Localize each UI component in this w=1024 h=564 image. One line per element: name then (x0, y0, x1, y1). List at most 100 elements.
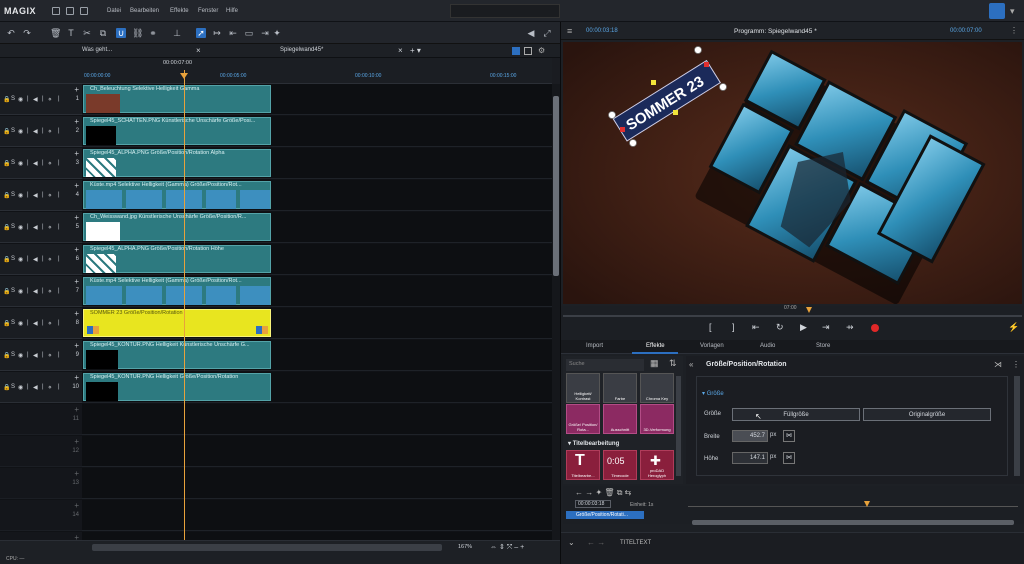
fx-icon[interactable]: ✦ (272, 28, 282, 38)
add-track-icon[interactable]: + (74, 405, 79, 414)
mute-icon[interactable]: | (27, 384, 29, 390)
multitrim-icon[interactable]: ⇥ (260, 28, 270, 38)
add-track-icon[interactable]: + (74, 181, 79, 190)
mute-icon[interactable]: | (27, 352, 29, 358)
mute-icon[interactable]: | (27, 288, 29, 294)
keyframe-track-label[interactable]: Größe/Position/Rotati... (566, 511, 644, 519)
record-icon[interactable] (871, 324, 879, 332)
track-lane[interactable] (82, 500, 552, 531)
fx-icon[interactable]: | (42, 160, 44, 166)
solo-icon[interactable]: S (11, 384, 15, 390)
audio-icon[interactable]: ⋄ (48, 128, 52, 135)
solo-icon[interactable]: S (11, 320, 15, 326)
hamburger-icon[interactable]: ≡ (567, 26, 572, 36)
track-lane[interactable] (82, 468, 552, 499)
tab-vorlagen[interactable]: Vorlagen (700, 343, 724, 349)
mute-icon[interactable]: | (27, 96, 29, 102)
groesse-section-toggle[interactable]: ▾ Größe (702, 390, 724, 397)
range-icon[interactable]: ↦ (212, 28, 222, 38)
timeline-clip[interactable]: SOMMER 23 Größe/Position/Rotation (83, 309, 271, 337)
close-tab-icon[interactable]: × (196, 46, 201, 55)
fx-icon[interactable]: | (42, 224, 44, 230)
timeline-ruler[interactable] (0, 58, 552, 84)
fx-icon[interactable]: | (42, 320, 44, 326)
props-menu-icon[interactable]: ⋮ (1012, 360, 1020, 369)
timeline-clip[interactable]: Küste.mp4 Selektive Helligkeit (Gamma) G… (83, 181, 271, 209)
fx-icon[interactable]: | (42, 288, 44, 294)
lock-icon[interactable]: 🔒 (3, 352, 10, 359)
fullscreen-icon[interactable]: ⤢ (542, 28, 552, 38)
mute-icon[interactable]: | (27, 128, 29, 134)
level-icon[interactable]: | (58, 128, 60, 134)
visible-icon[interactable]: ◉ (18, 320, 23, 327)
audio-icon[interactable]: ⋄ (48, 352, 52, 359)
tab-store[interactable]: Store (816, 343, 830, 349)
breite-link-icon[interactable]: ⋈ (783, 430, 795, 442)
level-icon[interactable]: | (58, 96, 60, 102)
magnet-icon[interactable]: ∪ (116, 28, 126, 38)
timeline-clip[interactable]: Spiegel45_KONTUR.PNG Helligkeit Künstler… (83, 341, 271, 369)
timeline-clip[interactable]: Spiegel45_SCHATTEN.PNG Künstlerische Uns… (83, 117, 271, 145)
track-lane[interactable] (82, 436, 552, 467)
effect-3d[interactable]: 3D-Verformung (640, 404, 674, 434)
lock-icon[interactable]: 🔒 (3, 192, 10, 199)
link-icon[interactable]: ⛓ (132, 28, 143, 38)
solo-icon[interactable]: S (11, 256, 15, 262)
effect-timecode[interactable]: 0:05 Timecode (603, 450, 637, 480)
add-track-icon[interactable]: + (74, 501, 79, 510)
add-track-icon[interactable]: + (74, 85, 79, 94)
volume-icon[interactable]: ◀ (33, 256, 38, 263)
visible-icon[interactable]: ◉ (18, 288, 23, 295)
transition-marker-left[interactable] (87, 326, 99, 334)
expand-down-icon[interactable]: ⌄ (568, 538, 575, 547)
options-icon[interactable]: ⚡ (1008, 322, 1019, 333)
solo-icon[interactable]: S (11, 352, 15, 358)
add-track-icon[interactable]: + (74, 437, 79, 446)
solo-icon[interactable]: S (11, 192, 15, 198)
visible-icon[interactable]: ◉ (18, 192, 23, 199)
trim-icon[interactable]: ▭ (244, 28, 254, 38)
volume-icon[interactable]: ◀ (33, 288, 38, 295)
preview-scrubber[interactable] (563, 315, 1022, 317)
volume-icon[interactable]: ◀ (33, 320, 38, 327)
grid-view-icon[interactable]: ▦ (650, 358, 659, 369)
visible-icon[interactable]: ◉ (18, 160, 23, 167)
effects-search-input[interactable]: Suche (566, 359, 644, 371)
cut-icon[interactable]: ✂ (82, 28, 92, 38)
lock-icon[interactable]: 🔒 (3, 160, 10, 167)
zoom-controls-icon[interactable]: ⇔ ⇕ ⤧ – + (490, 543, 524, 552)
mute-icon[interactable]: | (27, 224, 29, 230)
add-track-icon[interactable]: + (74, 149, 79, 158)
effect-crop[interactable]: Ausschnitt (603, 404, 637, 434)
playhead[interactable] (184, 70, 185, 540)
volume-icon[interactable]: ◀ (33, 192, 38, 199)
level-icon[interactable]: | (58, 160, 60, 166)
fx-icon[interactable]: | (42, 256, 44, 262)
timeline-vscroll-thumb[interactable] (553, 96, 559, 276)
visible-icon[interactable]: ◉ (18, 352, 23, 359)
volume-icon[interactable]: ◀ (526, 28, 536, 38)
fx-icon[interactable]: | (42, 352, 44, 358)
add-track-icon[interactable]: + (74, 309, 79, 318)
timeline-clip[interactable]: Ch_Beleuchtung Selektive Helligkeit Gamm… (83, 85, 271, 113)
level-icon[interactable]: | (58, 224, 60, 230)
solo-icon[interactable]: S (11, 224, 15, 230)
add-track-icon[interactable]: + (74, 245, 79, 254)
sort-icon[interactable]: ⇅ (669, 358, 677, 369)
level-icon[interactable]: | (58, 256, 60, 262)
visible-icon[interactable]: ◉ (18, 128, 23, 135)
save-icon[interactable] (80, 7, 88, 15)
settings-small-icon[interactable]: ⚙ (538, 46, 545, 55)
scrubber-playhead[interactable] (806, 307, 812, 313)
delete-icon[interactable]: 🗑 (50, 28, 61, 38)
keyframe-hscroll[interactable] (692, 520, 1014, 525)
open-folder-icon[interactable] (66, 7, 74, 15)
timeline-hscroll[interactable] (92, 544, 442, 551)
storyboard-icon[interactable] (512, 47, 520, 55)
collapse-icon[interactable]: ⋊ (994, 360, 1002, 369)
loop-icon[interactable]: ↻ (776, 322, 784, 333)
visible-icon[interactable]: ◉ (18, 96, 23, 103)
fill-size-button[interactable]: Füllgröße (732, 408, 860, 421)
menu-datei[interactable]: Datei (107, 8, 121, 14)
jump-end-icon[interactable]: ⇸ (846, 322, 854, 333)
